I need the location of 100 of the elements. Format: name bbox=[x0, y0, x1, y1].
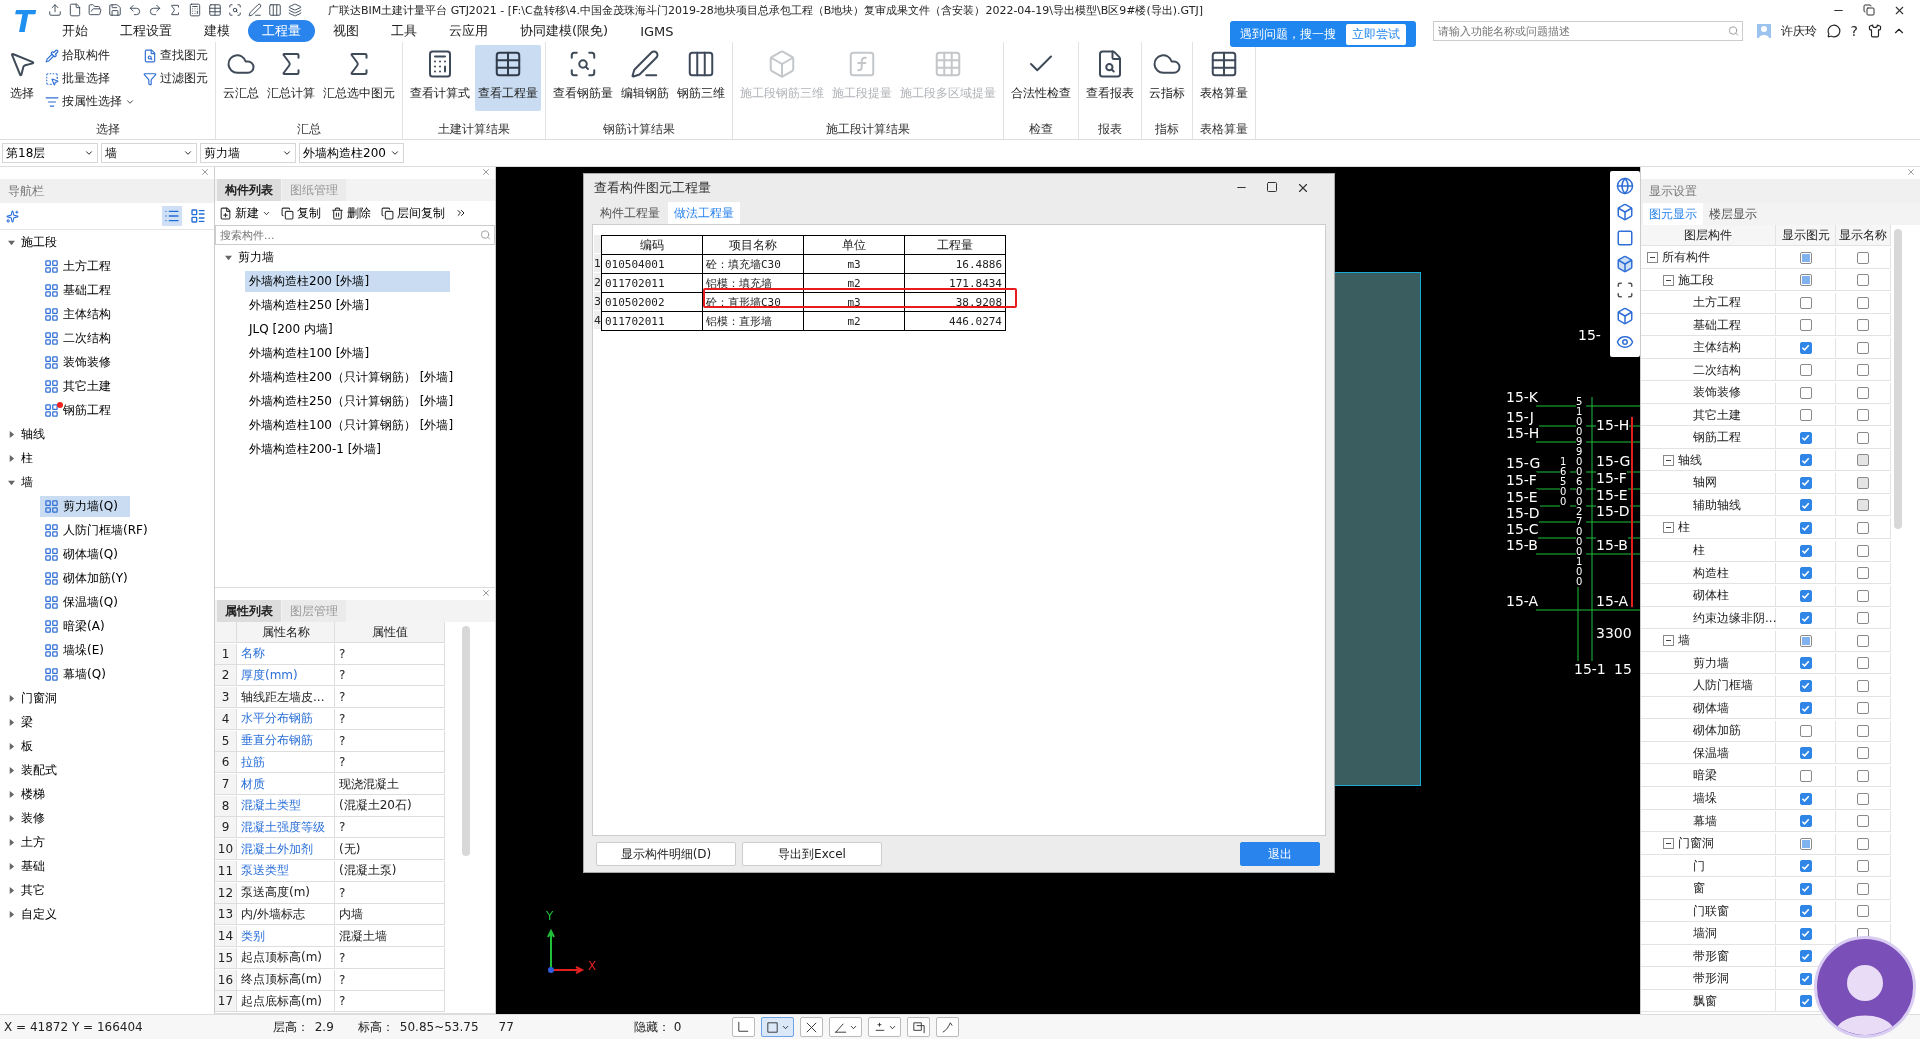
menu-tab[interactable]: 视图 bbox=[319, 20, 373, 42]
save-icon[interactable] bbox=[108, 3, 122, 17]
undo-icon[interactable] bbox=[128, 3, 142, 17]
selector-dropdown[interactable]: 墙 bbox=[101, 143, 197, 163]
nav-group[interactable]: 自定义 bbox=[8, 905, 57, 923]
nav-item[interactable]: 基础工程 bbox=[40, 279, 123, 301]
checkbox[interactable] bbox=[1799, 364, 1812, 377]
checkbox[interactable] bbox=[1799, 770, 1812, 782]
panel-tab[interactable]: 图元显示 bbox=[1643, 203, 1703, 225]
checkbox[interactable] bbox=[1799, 567, 1812, 580]
ribbon-button[interactable]: 编辑钢筋 bbox=[618, 45, 672, 111]
detail-view-button[interactable] bbox=[188, 206, 208, 226]
snap-tool-button[interactable] bbox=[867, 1017, 901, 1037]
dialog-button[interactable]: 退出 bbox=[1240, 842, 1320, 866]
new-file-icon[interactable] bbox=[68, 3, 82, 17]
checkbox[interactable] bbox=[1799, 657, 1812, 670]
checkbox[interactable] bbox=[1857, 544, 1869, 557]
checkbox[interactable] bbox=[1799, 972, 1812, 985]
sigma-icon[interactable] bbox=[168, 3, 182, 17]
checkbox[interactable] bbox=[1857, 792, 1869, 805]
eye-icon[interactable] bbox=[1616, 333, 1634, 351]
menu-tab[interactable]: 建模 bbox=[190, 20, 244, 42]
checkbox[interactable] bbox=[1799, 860, 1812, 873]
checkbox[interactable] bbox=[1857, 296, 1869, 309]
component-item[interactable]: 外墙构造柱100 [外墙] bbox=[245, 342, 450, 364]
more-icon[interactable] bbox=[455, 207, 467, 219]
collapse-toggle[interactable] bbox=[1663, 635, 1674, 647]
property-value[interactable]: ? bbox=[335, 752, 445, 774]
ribbon-button[interactable]: 汇总计算 bbox=[264, 45, 318, 111]
nav-item[interactable]: 砌体加筋(Y) bbox=[40, 567, 140, 589]
ribbon-button[interactable]: 查找图元 bbox=[140, 45, 211, 66]
panel-tab[interactable]: 构件列表 bbox=[217, 179, 281, 201]
checkbox[interactable] bbox=[1799, 927, 1812, 940]
panel-tab[interactable]: 属性列表 bbox=[217, 600, 281, 622]
checkbox[interactable] bbox=[1799, 319, 1812, 332]
nav-item[interactable]: 幕墙(Q) bbox=[40, 663, 118, 685]
checkbox[interactable] bbox=[1799, 431, 1812, 444]
nav-group[interactable]: 装修 bbox=[8, 809, 45, 827]
scrollbar[interactable] bbox=[1894, 229, 1902, 529]
pencil-icon[interactable] bbox=[248, 3, 262, 17]
checkbox[interactable] bbox=[1799, 589, 1812, 602]
panel-tab[interactable]: 楼层显示 bbox=[1703, 203, 1763, 225]
snap-tool-button[interactable] bbox=[799, 1017, 823, 1037]
nav-item[interactable]: 主体结构 bbox=[40, 303, 123, 325]
nav-group[interactable]: 装配式 bbox=[8, 761, 57, 779]
ribbon-button[interactable]: 查看计算式 bbox=[407, 45, 473, 111]
ribbon-button[interactable]: 查看工程量 bbox=[475, 45, 541, 111]
nav-group[interactable]: 楼梯 bbox=[8, 785, 45, 803]
nav-group[interactable]: 施工段 bbox=[8, 233, 57, 251]
toolbar-button[interactable]: 删除 bbox=[331, 204, 371, 222]
collapse-toggle[interactable] bbox=[1663, 838, 1674, 850]
menu-tab[interactable]: 工程量 bbox=[248, 20, 315, 42]
checkbox[interactable] bbox=[1799, 679, 1812, 692]
menu-tab[interactable]: IGMS bbox=[626, 21, 688, 41]
list-view-button[interactable] bbox=[162, 206, 182, 226]
checkbox[interactable] bbox=[1799, 274, 1812, 287]
scrollbar[interactable] bbox=[462, 626, 470, 856]
close-icon[interactable] bbox=[1296, 181, 1310, 195]
checkbox[interactable] bbox=[1799, 950, 1812, 963]
menu-tab[interactable]: 云应用 bbox=[435, 20, 502, 42]
square-icon[interactable] bbox=[1616, 229, 1634, 247]
nav-item[interactable]: 土方工程 bbox=[40, 255, 123, 277]
dashed-frame-icon[interactable] bbox=[1616, 281, 1634, 299]
checkbox[interactable] bbox=[1799, 612, 1812, 625]
nav-item[interactable]: 剪力墙(Q) bbox=[40, 495, 130, 517]
ribbon-button[interactable]: 合法性检查 bbox=[1008, 45, 1074, 111]
nav-group[interactable]: 板 bbox=[8, 737, 33, 755]
checkbox[interactable] bbox=[1799, 634, 1812, 647]
dialog-button[interactable]: 导出到Excel bbox=[742, 842, 882, 866]
nav-group[interactable]: 轴线 bbox=[8, 425, 45, 443]
property-value[interactable]: (混凝土20石) bbox=[335, 795, 445, 817]
checkbox[interactable] bbox=[1799, 341, 1812, 354]
help-menu[interactable]: ? bbox=[1850, 23, 1858, 39]
checkbox[interactable] bbox=[1857, 837, 1869, 850]
checkbox[interactable] bbox=[1857, 882, 1869, 895]
ribbon-button[interactable]: 过滤图元 bbox=[140, 68, 211, 89]
nav-item[interactable]: 装饰装修 bbox=[40, 351, 123, 373]
nav-group[interactable]: 墙 bbox=[8, 473, 33, 491]
checkbox[interactable] bbox=[1799, 454, 1812, 467]
selector-dropdown[interactable]: 第18层 bbox=[2, 143, 98, 163]
checkbox[interactable] bbox=[1857, 657, 1869, 670]
cube-icon[interactable] bbox=[1616, 307, 1634, 325]
search-field[interactable]: 请输入功能名称或问题描述 bbox=[1432, 21, 1743, 41]
toolbar-button[interactable]: 层间复制 bbox=[381, 204, 445, 222]
property-value[interactable]: ? bbox=[335, 817, 445, 839]
nav-group[interactable]: 门窗洞 bbox=[8, 689, 57, 707]
ribbon-button[interactable]: 批量选择 bbox=[42, 68, 138, 89]
checkbox[interactable] bbox=[1799, 747, 1812, 760]
property-value[interactable]: ? bbox=[335, 687, 445, 709]
checkbox[interactable] bbox=[1799, 296, 1812, 309]
toolbar-button[interactable]: 新建 bbox=[219, 204, 271, 222]
columns-icon[interactable] bbox=[268, 3, 282, 17]
menu-tab[interactable]: 工具 bbox=[377, 20, 431, 42]
checkbox[interactable] bbox=[1857, 770, 1869, 782]
component-item[interactable]: 外墙构造柱200-1 [外墙] bbox=[245, 438, 450, 460]
ribbon-button[interactable]: 按属性选择 bbox=[42, 91, 138, 112]
dialog-button[interactable]: 显示构件明细(D) bbox=[596, 842, 736, 866]
nav-item[interactable]: 暗梁(A) bbox=[40, 615, 117, 637]
nav-item[interactable]: 钢筋工程 bbox=[40, 399, 123, 421]
nav-group[interactable]: 梁 bbox=[8, 713, 33, 731]
